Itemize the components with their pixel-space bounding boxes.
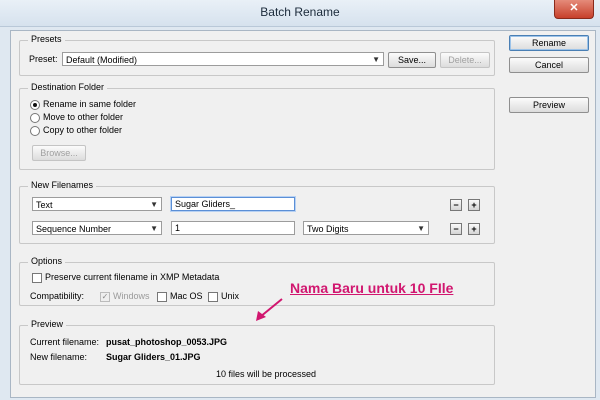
destination-group: Destination Folder Rename in same folder… bbox=[19, 82, 495, 170]
annotation-arrow-icon bbox=[256, 298, 283, 321]
new-filename-label: New filename: bbox=[30, 352, 88, 362]
save-preset-button[interactable]: Save... bbox=[388, 52, 436, 68]
preview-group: Preview Current filename: pusat_photosho… bbox=[19, 319, 495, 385]
unix-checkbox[interactable] bbox=[208, 292, 218, 302]
destination-group-title: Destination Folder bbox=[28, 82, 108, 92]
current-filename-value: pusat_photoshop_0053.JPG bbox=[106, 337, 228, 347]
filename-type-select-1-value: Text bbox=[36, 200, 53, 210]
filename-type-select-1[interactable]: Text ▼ bbox=[32, 197, 162, 211]
annotation-text: Nama Baru untuk 10 FIle bbox=[290, 280, 454, 296]
close-button[interactable]: ✕ bbox=[554, 0, 594, 19]
files-processed-status: 10 files will be processed bbox=[216, 369, 317, 379]
dialog-body: Rename Cancel Preview Presets Preset: De… bbox=[10, 30, 596, 398]
cancel-button[interactable]: Cancel bbox=[509, 57, 589, 73]
new-filenames-group-title: New Filenames bbox=[28, 180, 97, 190]
preset-select-value: Default (Modified) bbox=[66, 55, 138, 65]
browse-button[interactable]: Browse... bbox=[32, 145, 86, 161]
remove-row-1-button[interactable]: − bbox=[450, 199, 462, 211]
preset-select[interactable]: Default (Modified) ▼ bbox=[62, 52, 384, 66]
chevron-down-icon: ▼ bbox=[372, 55, 380, 64]
radio-move-other-folder[interactable] bbox=[30, 113, 40, 123]
digits-select[interactable]: Two Digits ▼ bbox=[303, 221, 429, 235]
remove-row-2-button[interactable]: − bbox=[450, 223, 462, 235]
new-filenames-group: New Filenames Text ▼ Sugar Gliders_ − + … bbox=[19, 180, 495, 244]
chevron-down-icon: ▼ bbox=[150, 200, 158, 209]
radio-copy-other-folder[interactable] bbox=[30, 126, 40, 136]
chevron-down-icon: ▼ bbox=[417, 224, 425, 233]
macos-label: Mac OS bbox=[170, 291, 203, 301]
add-row-2-button[interactable]: + bbox=[468, 223, 480, 235]
preserve-filename-checkbox[interactable] bbox=[32, 273, 42, 283]
radio-rename-same-folder[interactable] bbox=[30, 100, 40, 110]
sequence-start-input[interactable]: 1 bbox=[171, 221, 295, 235]
title-bar: Batch Rename ✕ bbox=[0, 0, 600, 27]
windows-checkbox[interactable]: ✓ bbox=[100, 292, 110, 302]
compatibility-label: Compatibility: bbox=[30, 291, 85, 301]
windows-label: Windows bbox=[113, 291, 150, 301]
unix-label: Unix bbox=[221, 291, 240, 301]
rename-button[interactable]: Rename bbox=[509, 35, 589, 51]
digits-select-value: Two Digits bbox=[307, 224, 349, 234]
macos-checkbox[interactable] bbox=[157, 292, 167, 302]
radio-label-copy-other-folder: Copy to other folder bbox=[43, 125, 123, 135]
options-group-title: Options bbox=[28, 256, 66, 266]
filename-type-select-2[interactable]: Sequence Number ▼ bbox=[32, 221, 162, 235]
window-title: Batch Rename bbox=[260, 5, 340, 19]
chevron-down-icon: ▼ bbox=[150, 224, 158, 233]
filename-type-select-2-value: Sequence Number bbox=[36, 224, 112, 234]
preview-button[interactable]: Preview bbox=[509, 97, 589, 113]
radio-label-move-other-folder: Move to other folder bbox=[43, 112, 124, 122]
new-filename-value: Sugar Gliders_01.JPG bbox=[106, 352, 201, 362]
current-filename-label: Current filename: bbox=[30, 337, 100, 347]
filename-text-input[interactable]: Sugar Gliders_ bbox=[171, 197, 295, 211]
delete-preset-button[interactable]: Delete... bbox=[440, 52, 490, 68]
add-row-1-button[interactable]: + bbox=[468, 199, 480, 211]
radio-label-rename-same-folder: Rename in same folder bbox=[43, 99, 137, 109]
presets-group: Presets Preset: Default (Modified) ▼ Sav… bbox=[19, 34, 495, 76]
preview-group-title: Preview bbox=[28, 319, 67, 329]
presets-group-title: Presets bbox=[28, 34, 65, 44]
preset-label: Preset: bbox=[29, 54, 58, 64]
preserve-filename-label: Preserve current filename in XMP Metadat… bbox=[45, 272, 220, 282]
